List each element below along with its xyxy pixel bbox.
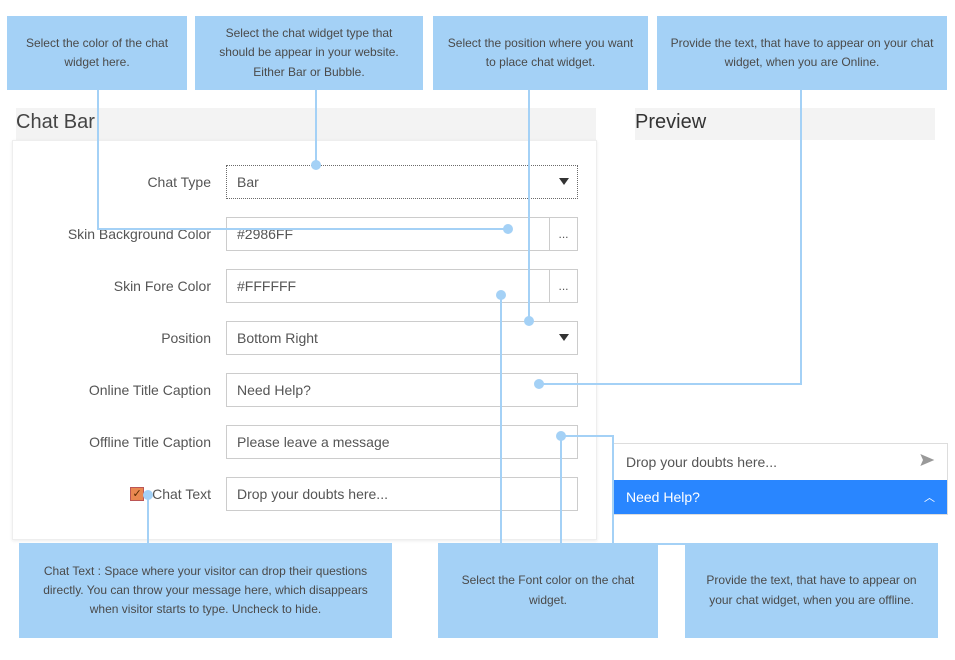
callout-offline-caption: Provide the text, that have to appear on… (685, 543, 938, 638)
label-offline-caption: Offline Title Caption (31, 434, 226, 450)
connector-dot (524, 316, 534, 326)
offline-caption-input[interactable] (226, 425, 578, 459)
connector-dot (503, 224, 513, 234)
preview-title: Preview (635, 108, 935, 140)
connector-line (560, 435, 562, 543)
callout-text: Select the color of the chat widget here… (20, 34, 174, 72)
callout-chat-type: Select the chat widget type that should … (195, 16, 423, 90)
label-chat-text: Chat Text (152, 486, 211, 502)
label-chat-type: Chat Type (31, 174, 226, 190)
label-position: Position (31, 330, 226, 346)
preview-input-row: Drop your doubts here... (614, 444, 947, 480)
label-fore-color: Skin Fore Color (31, 278, 226, 294)
callout-text: Chat Text : Space where your visitor can… (32, 562, 379, 620)
chat-text-input[interactable] (226, 477, 578, 511)
preview-title-bar[interactable]: Need Help? ︿ (614, 480, 947, 514)
online-caption-input[interactable] (226, 373, 578, 407)
callout-text: Provide the text, that have to appear on… (670, 34, 934, 72)
preview-placeholder: Drop your doubts here... (626, 454, 919, 470)
row-bg-color: Skin Background Color ... (31, 217, 578, 251)
connector-dot (311, 160, 321, 170)
connector-line (800, 90, 802, 384)
preview-title-text: Need Help? (626, 489, 700, 505)
callout-text: Provide the text, that have to appear on… (698, 571, 925, 609)
connector-line (500, 295, 502, 543)
connector-line (315, 90, 317, 162)
callout-text: Select the position where you want to pl… (446, 34, 635, 72)
callout-chat-text: Chat Text : Space where your visitor can… (19, 543, 392, 638)
connector-line (97, 90, 99, 230)
row-online-caption: Online Title Caption (31, 373, 578, 407)
callout-bg-color: Select the color of the chat widget here… (7, 16, 187, 90)
bg-color-picker-button[interactable]: ... (550, 217, 578, 251)
chat-text-checkbox[interactable] (130, 487, 144, 501)
label-chat-text-wrap: Chat Text (31, 486, 226, 502)
chat-type-value: Bar (237, 174, 259, 190)
position-value: Bottom Right (237, 330, 318, 346)
connector-line (97, 228, 507, 230)
connector-line (538, 383, 802, 385)
connector-dot (556, 431, 566, 441)
callout-text: Select the chat widget type that should … (208, 24, 410, 82)
bg-color-input[interactable] (226, 217, 550, 251)
chevron-up-icon: ︿ (924, 489, 935, 505)
callout-position: Select the position where you want to pl… (433, 16, 648, 90)
chat-preview: Drop your doubts here... Need Help? ︿ (613, 443, 948, 515)
row-chat-type: Chat Type Bar (31, 165, 578, 199)
send-icon[interactable] (919, 452, 935, 473)
fore-color-picker-button[interactable]: ... (550, 269, 578, 303)
chat-type-select[interactable]: Bar (226, 165, 578, 199)
callout-online-caption: Provide the text, that have to appear on… (657, 16, 947, 90)
chevron-down-icon (557, 331, 571, 345)
panel-title: Chat Bar (16, 108, 596, 140)
callout-fore-color: Select the Font color on the chat widget… (438, 543, 658, 638)
connector-dot (496, 290, 506, 300)
connector-line (560, 435, 614, 437)
chevron-down-icon (557, 175, 571, 189)
callout-text: Select the Font color on the chat widget… (451, 571, 645, 609)
connector-line (528, 90, 530, 320)
settings-form: Chat Type Bar Skin Background Color ... … (12, 140, 597, 540)
position-select[interactable]: Bottom Right (226, 321, 578, 355)
row-position: Position Bottom Right (31, 321, 578, 355)
connector-dot (143, 490, 153, 500)
connector-dot (534, 379, 544, 389)
row-chat-text: Chat Text (31, 477, 578, 511)
label-online-caption: Online Title Caption (31, 382, 226, 398)
connector-line (612, 543, 812, 545)
connector-line (612, 435, 614, 543)
row-offline-caption: Offline Title Caption (31, 425, 578, 459)
connector-line (147, 498, 149, 543)
